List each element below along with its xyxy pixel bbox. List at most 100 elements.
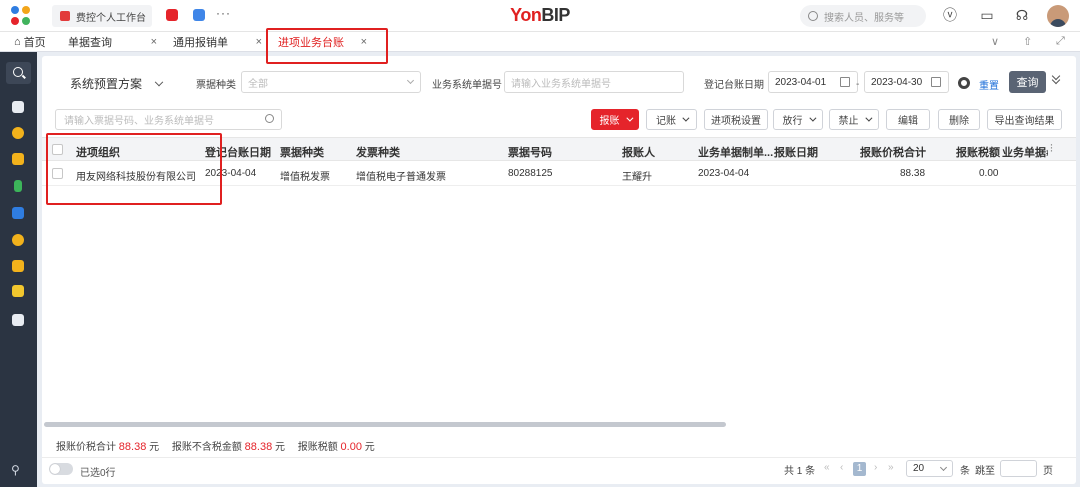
column-header[interactable]: 报账日期 [774, 144, 818, 160]
tab-document-query[interactable]: 单据查询 × [68, 32, 157, 52]
tab-input-ledger[interactable]: 进项业务台账 × [278, 32, 367, 52]
tab-home-label: 首页 [23, 37, 46, 49]
scheme-selector[interactable]: 系统预置方案 [70, 75, 164, 92]
row-checkbox[interactable] [52, 168, 63, 179]
reimburse-label: 报账 [599, 116, 620, 127]
nav-note-icon[interactable] [12, 153, 24, 165]
column-header[interactable]: 发票种类 [356, 144, 400, 160]
home-icon: ⌂ [14, 36, 21, 48]
column-settings-icon[interactable]: ⫶ [1050, 143, 1053, 156]
reimburse-button[interactable]: 报账 [591, 109, 639, 130]
reset-button[interactable]: 重置 [979, 77, 999, 92]
chevron-down-icon [682, 114, 690, 122]
message-icon[interactable]: ▭ [979, 7, 995, 23]
cell-biz-doc-date: 2023-04-04 [698, 168, 750, 179]
pin-icon[interactable]: ⚲ [11, 463, 25, 477]
close-icon[interactable]: × [361, 36, 367, 48]
tab-home[interactable]: ⌂ 首页 [14, 32, 54, 52]
support-headset-icon[interactable]: ☊ [1014, 7, 1030, 23]
summary-unit: 元 [364, 442, 375, 453]
forbid-button[interactable]: 禁止 [829, 109, 879, 130]
date-to-input[interactable]: 2023-04-30 [864, 71, 949, 93]
nav-layers-icon[interactable] [12, 314, 24, 326]
cell-reimburser: 王耀升 [622, 172, 652, 183]
upload-icon[interactable]: ⇧ [1023, 35, 1032, 48]
page-size-value: 20 [913, 463, 925, 474]
page-size-select[interactable]: 20 [906, 460, 953, 477]
table-header: 进项组织 登记台账日期 票据种类 发票种类 票据号码 报账人 业务单据制单...… [42, 137, 1076, 161]
app-shortcut-icon[interactable] [166, 9, 178, 21]
biz-no-input[interactable]: 请输入业务系统单据号 [504, 71, 684, 93]
tab-general-expense[interactable]: 通用报销单 × [173, 32, 262, 52]
column-header[interactable]: 业务单据制单... [698, 144, 773, 160]
workspace-tab-label: 费控个人工作台 [76, 12, 146, 24]
export-button[interactable]: 导出查询结果 [987, 109, 1062, 130]
fullscreen-icon[interactable]: ⤢ [1056, 35, 1065, 48]
gear-icon[interactable] [958, 77, 970, 89]
column-header[interactable]: 业务单据# [1002, 144, 1048, 160]
tab-label: 进项业务台账 [278, 37, 344, 49]
nav-pinwheel-icon[interactable] [12, 127, 24, 139]
summary-bar: 报账价税合计 88.38 元 报账不含税金额 88.38 元 报账税额 0.00… [56, 438, 375, 453]
column-header[interactable]: 进项组织 [76, 144, 120, 160]
column-header[interactable]: 登记台账日期 [205, 144, 271, 160]
summary-tax-value: 0.00 [340, 441, 362, 453]
app-launcher-icon[interactable] [11, 6, 31, 26]
chevron-down-icon [625, 114, 633, 122]
date-from-input[interactable]: 2023-04-01 [768, 71, 858, 93]
tab-list-chevron-down-icon[interactable]: ∨ [991, 35, 999, 48]
workspace-tab[interactable]: 费控个人工作台 [52, 5, 152, 27]
last-page-icon[interactable]: » [888, 462, 894, 473]
todo-icon[interactable]: ⓥ [942, 7, 958, 23]
ticket-type-label: 票据种类 [196, 80, 236, 91]
nav-cluster-icon[interactable] [12, 234, 24, 246]
close-icon[interactable]: × [151, 36, 157, 48]
table-search-input[interactable]: 请输入票据号码、业务系统单据号 [55, 109, 282, 130]
nav-smile-icon[interactable] [12, 285, 24, 297]
column-header[interactable]: 报账价税合计 [860, 144, 926, 160]
prev-page-icon[interactable]: ‹ [840, 462, 843, 473]
window-tab-bar: ⌂ 首页 单据查询 × 通用报销单 × 进项业务台账 × ∨ ⇧ ⤢ [0, 32, 1080, 52]
tax-setting-button[interactable]: 进项税设置 [704, 109, 768, 130]
forbid-label: 禁止 [838, 116, 859, 127]
column-header[interactable]: 报账人 [622, 144, 655, 160]
column-header[interactable]: 报账税额 [956, 144, 1000, 160]
search-icon[interactable] [265, 114, 274, 123]
more-apps-icon[interactable]: ··· [216, 6, 231, 20]
show-selected-toggle[interactable] [49, 463, 73, 475]
close-icon[interactable]: × [256, 36, 262, 48]
avatar[interactable] [1047, 5, 1069, 27]
select-all-checkbox[interactable] [52, 144, 63, 155]
collapse-filters-icon[interactable] [1052, 75, 1060, 83]
chevron-down-icon [154, 77, 164, 87]
first-page-icon[interactable]: « [824, 462, 830, 473]
nav-grid-icon[interactable] [12, 260, 24, 272]
current-page[interactable]: 1 [853, 462, 866, 476]
global-search-input[interactable]: 搜索人员、服务等 [800, 5, 926, 27]
biz-no-placeholder: 请输入业务系统单据号 [511, 78, 611, 90]
search-icon[interactable] [6, 62, 31, 84]
cell-invoice-type: 增值税电子普通发票 [356, 172, 446, 183]
table-row[interactable]: 用友网络科技股份有限公司 2023-04-04 增值税发票 增值税电子普通发票 … [42, 161, 1076, 186]
record-button[interactable]: 记账 [646, 109, 697, 130]
jump-page-input[interactable] [1000, 460, 1037, 477]
column-header[interactable]: 票据号码 [508, 144, 552, 160]
tab-label: 通用报销单 [173, 37, 228, 49]
summary-total-label: 报账价税合计 [56, 442, 116, 453]
delete-button[interactable]: 删除 [938, 109, 980, 130]
horizontal-scrollbar[interactable] [44, 422, 726, 427]
release-button[interactable]: 放行 [773, 109, 823, 130]
divider [42, 457, 1076, 458]
global-search-placeholder: 搜索人员、服务等 [824, 12, 904, 24]
next-page-icon[interactable]: › [874, 462, 877, 473]
column-header[interactable]: 票据种类 [280, 144, 324, 160]
left-nav-rail: ⚲ [0, 52, 37, 487]
top-bar: 费控个人工作台 ··· YonBIP 搜索人员、服务等 ⓥ ▭ ☊ [0, 0, 1080, 32]
nav-document-icon[interactable] [12, 101, 24, 113]
app-shortcut-icon[interactable] [193, 9, 205, 21]
ticket-type-select[interactable]: 全部 [241, 71, 421, 93]
nav-book-icon[interactable] [14, 180, 22, 192]
edit-button[interactable]: 编辑 [886, 109, 930, 130]
query-button[interactable]: 查询 [1009, 71, 1046, 93]
nav-folder-icon[interactable] [12, 207, 24, 219]
